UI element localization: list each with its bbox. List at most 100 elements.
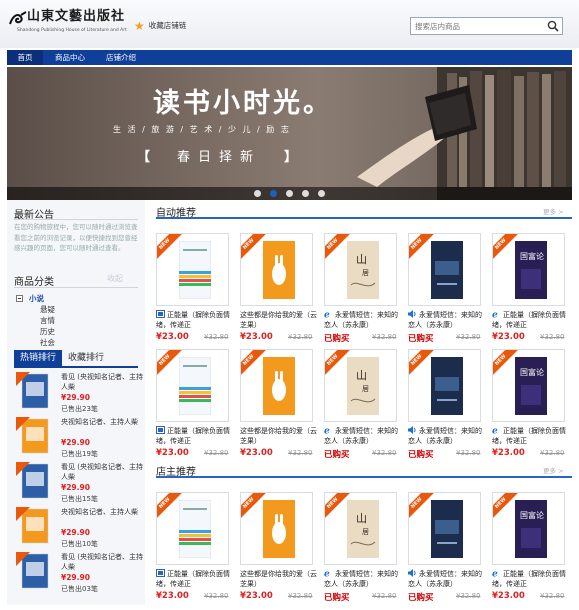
product-title: 正能量（摒除负面情绪，传递正 [492, 570, 566, 588]
product-card[interactable]: NEW 山居 e 永爱情短信：来知的恋人（苏永康） 已购买 ¥32.80 [324, 492, 401, 610]
svg-text:居: 居 [362, 385, 369, 393]
more-link[interactable]: 更多 > [543, 206, 564, 216]
category-item[interactable]: 言情 [16, 315, 55, 326]
product-image[interactable]: NEW [408, 349, 481, 422]
section-underline [156, 217, 572, 219]
product-name[interactable]: 正能量（摒除负面情绪，传递正 [156, 569, 234, 589]
more-link[interactable]: 更多 > [543, 465, 564, 475]
product-name[interactable]: e 永爱情短信：来知的恋人（苏永康） [324, 310, 402, 330]
category-collapse[interactable]: 收起 [107, 273, 123, 284]
product-name[interactable]: e 永爱情短信：来知的恋人（苏永康） [324, 569, 402, 589]
product-card[interactable]: NEW 永爱情短信：来知的恋人（苏永康） 已购买 ¥32.80 [408, 233, 485, 351]
carousel-dot[interactable] [318, 190, 325, 197]
product-card[interactable]: NEW 正能量（摒除负面情绪，传递正 ¥23.00 ¥32.80 [156, 233, 233, 351]
divider [14, 219, 138, 220]
product-title: 正能量（摒除负面情绪，传递正 [156, 311, 230, 329]
product-name[interactable]: 这些都是你给我的爱（云芝果） [240, 426, 318, 446]
ranking-sold: 已售出23笔 [61, 405, 98, 413]
favorite-shop-link[interactable]: ★ 收藏店铺链 [134, 20, 186, 32]
carousel-dot[interactable] [302, 190, 309, 197]
product-image[interactable]: NEW 国富论 [492, 349, 565, 422]
ranking-item[interactable]: 看见 (央视知名记者、主持人柴 ¥29.90 已售出23笔 [14, 372, 143, 414]
search-icon[interactable] [547, 20, 559, 32]
product-image[interactable]: NEW 国富论 [492, 492, 565, 565]
minus-icon[interactable] [16, 295, 23, 302]
product-image[interactable]: NEW 山居 [324, 233, 397, 306]
ranking-sold: 已售出19笔 [61, 450, 98, 458]
divider [14, 287, 138, 288]
original-price: ¥32.80 [372, 449, 397, 457]
product-image[interactable]: NEW 国富论 [492, 233, 565, 306]
category-item[interactable]: 社会 [16, 337, 55, 348]
product-card[interactable]: NEW 国富论 e 正能量（摒除负面情绪，传递正 ¥23.00 ¥32.80 [492, 492, 569, 610]
ranking-price: ¥29.90 [61, 528, 90, 537]
tab-hot-sales[interactable]: 热销排行 [14, 350, 63, 366]
ranking-item[interactable]: 央视知名记者、主持人柴 ¥29.90 已售出19笔 [14, 417, 138, 459]
search-input[interactable] [411, 18, 541, 34]
carousel-dot[interactable] [286, 190, 293, 197]
nav-home[interactable]: 首页 [7, 50, 43, 65]
original-price: ¥32.80 [204, 333, 229, 341]
ranking-tabs: 热销排行 收藏排行 [14, 350, 110, 366]
product-card[interactable]: NEW 永爱情短信：来知的恋人（苏永康） 已购买 ¥32.80 [408, 349, 485, 467]
product-name[interactable]: 这些都是你给我的爱（云芝果） [240, 310, 318, 330]
category-root[interactable]: 小说 [16, 293, 55, 304]
product-card[interactable]: NEW 山居 e 永爱情短信：来知的恋人（苏永康） 已购买 ¥32.80 [324, 233, 401, 351]
product-card[interactable]: NEW 国富论 e 正能量（摒除负面情绪，传递正 ¥23.00 ¥32.80 [492, 349, 569, 467]
product-image[interactable]: NEW [408, 492, 481, 565]
hero-banner[interactable]: 读书小时光。 生 活 / 旅 游 / 艺 术 / 少 儿 / 励 志 【 春日择… [7, 67, 572, 200]
product-card[interactable]: NEW 这些都是你给我的爱（云芝果） ¥23.00 ¥32.80 [240, 349, 317, 467]
product-image[interactable]: NEW [156, 233, 229, 306]
product-image[interactable]: NEW [240, 233, 313, 306]
ranking-item[interactable]: 看见 (央视知名记者、主持人柴 ¥29.90 已售出15笔 [14, 462, 143, 504]
svg-text:居: 居 [362, 269, 369, 277]
nav-products[interactable]: 商品中心 [43, 50, 97, 65]
book-cover [431, 500, 463, 558]
svg-text:山: 山 [356, 512, 367, 525]
product-name[interactable]: e 正能量（摒除负面情绪，传递正 [492, 569, 570, 589]
product-name[interactable]: 这些都是你给我的爱（云芝果） [240, 569, 318, 589]
product-image[interactable]: NEW 山居 [324, 349, 397, 422]
product-image[interactable]: NEW 山居 [324, 492, 397, 565]
category-item[interactable]: 历史 [16, 326, 55, 337]
product-image[interactable]: NEW [408, 233, 481, 306]
product-price: 已购买 [408, 593, 434, 603]
product-card[interactable]: NEW 正能量（摒除负面情绪，传递正 ¥23.00 ¥32.80 [156, 349, 233, 467]
product-name[interactable]: e 永爱情短信：来知的恋人（苏永康） [324, 426, 402, 446]
product-name[interactable]: 正能量（摒除负面情绪，传递正 [156, 426, 234, 446]
product-name[interactable]: 正能量（摒除负面情绪，传递正 [156, 310, 234, 330]
carousel-dot-active[interactable] [270, 190, 277, 197]
product-price: ¥23.00 [240, 332, 273, 342]
product-image[interactable]: NEW [156, 492, 229, 565]
book-cover [263, 357, 295, 415]
product-image[interactable]: NEW [240, 492, 313, 565]
tab-favorites[interactable]: 收藏排行 [62, 350, 110, 366]
ranking-item[interactable]: 看见 (央视知名记者、主持人柴 ¥29.90 已售出03笔 [14, 552, 143, 594]
product-name[interactable]: e 正能量（摒除负面情绪，传递正 [492, 426, 570, 446]
product-card[interactable]: NEW 永爱情短信：来知的恋人（苏永康） 已购买 ¥32.80 [408, 492, 485, 610]
product-image[interactable]: NEW [156, 349, 229, 422]
logo[interactable]: 山東文藝出版社 Shandong Publishing House of Lit… [9, 9, 127, 37]
svg-text:国富论: 国富论 [520, 367, 544, 377]
product-name[interactable]: e 正能量（摒除负面情绪，传递正 [492, 310, 570, 330]
product-title: 这些都是你给我的爱（云芝果） [240, 427, 317, 445]
product-card[interactable]: NEW 这些都是你给我的爱（云芝果） ¥23.00 ¥32.80 [240, 492, 317, 610]
logo-english-name: Shandong Publishing House of Literature … [17, 28, 127, 33]
product-title: 正能量（摒除负面情绪，传递正 [156, 570, 230, 588]
product-name[interactable]: 永爱情短信：来知的恋人（苏永康） [408, 569, 486, 589]
product-card[interactable]: NEW 正能量（摒除负面情绪，传递正 ¥23.00 ¥32.80 [156, 492, 233, 610]
product-name[interactable]: 永爱情短信：来知的恋人（苏永康） [408, 310, 486, 330]
category-item[interactable]: 悬疑 [16, 304, 55, 315]
original-price: ¥32.80 [288, 592, 313, 600]
ranking-book-cover [16, 462, 49, 499]
product-card[interactable]: NEW 国富论 e 正能量（摒除负面情绪，传递正 ¥23.00 ¥32.80 [492, 233, 569, 351]
product-name[interactable]: 永爱情短信：来知的恋人（苏永康） [408, 426, 486, 446]
svg-text:e: e [492, 427, 498, 435]
ranking-item[interactable]: 央视知名记者、主持人柴 ¥29.90 已售出10笔 [14, 507, 138, 549]
nav-about[interactable]: 店铺介绍 [97, 50, 145, 65]
carousel-dot[interactable] [254, 190, 261, 197]
ranking-title: 看见 (央视知名记者、主持人柴 [61, 463, 143, 481]
product-card[interactable]: NEW 这些都是你给我的爱（云芝果） ¥23.00 ¥32.80 [240, 233, 317, 351]
product-card[interactable]: NEW 山居 e 永爱情短信：来知的恋人（苏永康） 已购买 ¥32.80 [324, 349, 401, 467]
product-image[interactable]: NEW [240, 349, 313, 422]
